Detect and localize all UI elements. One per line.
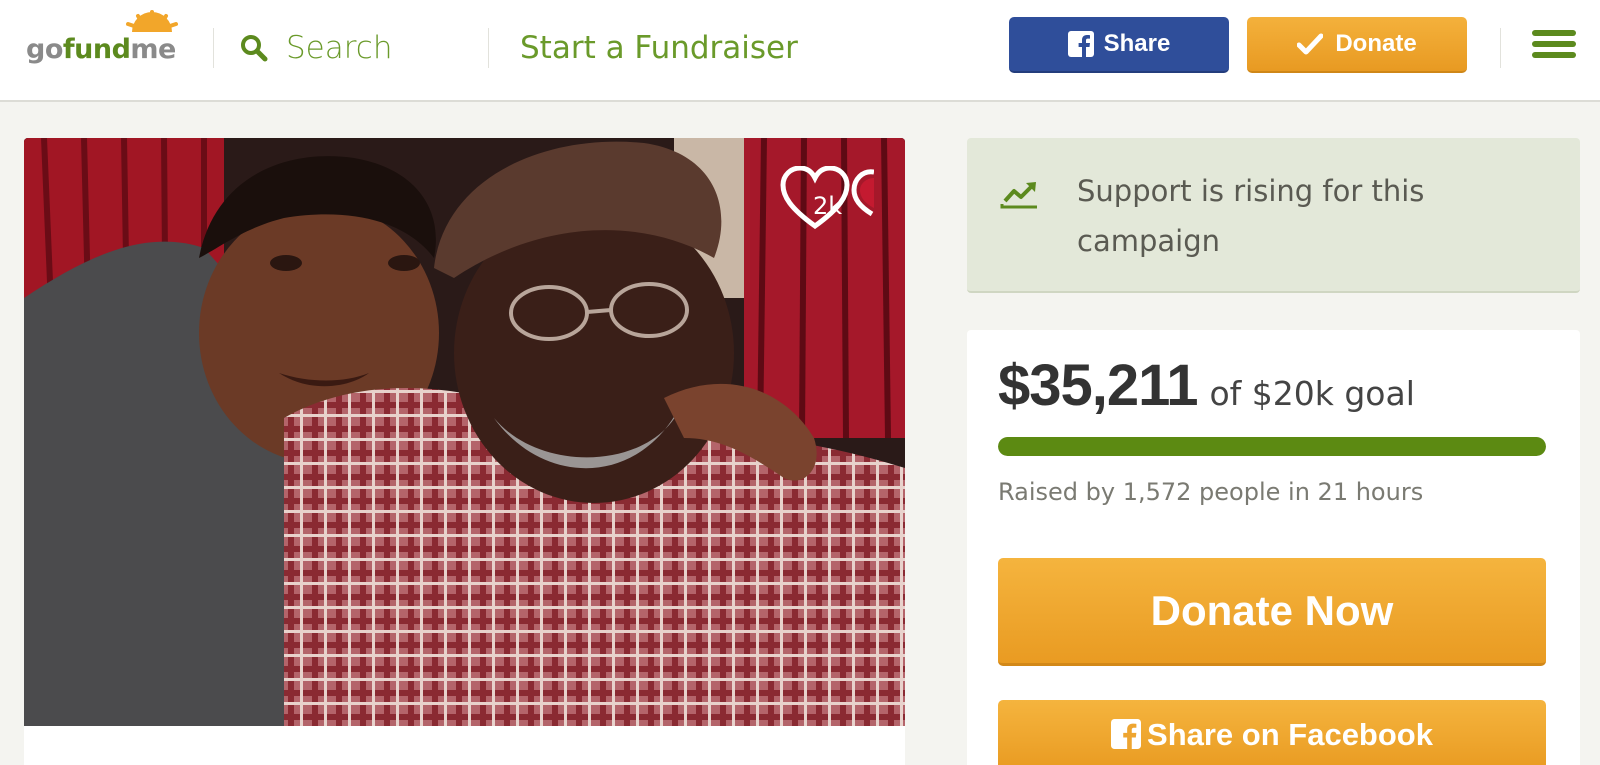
site-header: gofundme Search Start a Fundraiser Share… xyxy=(0,0,1600,102)
check-icon xyxy=(1297,33,1324,55)
support-rising-banner: Support is rising for this campaign xyxy=(967,138,1580,293)
support-rising-text: Support is rising for this campaign xyxy=(1077,174,1425,258)
amount-raised: $35,211 xyxy=(998,353,1198,418)
amount-row: $35,211 of $20k goal xyxy=(998,352,1415,419)
search-icon xyxy=(241,35,268,62)
header-divider xyxy=(1500,28,1501,68)
share-on-facebook-button[interactable]: Share on Facebook xyxy=(998,700,1546,765)
raised-by-text: Raised by 1,572 people in 21 hours xyxy=(998,478,1424,506)
goal-text: of $20k goal xyxy=(1209,374,1415,413)
logo-fund: fund xyxy=(62,34,131,65)
header-divider xyxy=(488,28,489,68)
logo-wordmark: gofundme xyxy=(26,34,176,65)
share-on-facebook-label: Share on Facebook xyxy=(1147,717,1433,752)
campaign-photo-illustration xyxy=(24,138,905,726)
donate-button[interactable]: Donate xyxy=(1247,17,1467,73)
share-button-label: Share xyxy=(1103,30,1171,57)
logo-go: go xyxy=(26,34,63,65)
heart-count: 2k xyxy=(813,192,843,220)
search-label: Search xyxy=(286,30,393,66)
facebook-icon xyxy=(1067,31,1094,57)
donation-card: $35,211 of $20k goal Raised by 1,572 peo… xyxy=(967,330,1580,765)
photo-caption-area xyxy=(24,726,905,765)
progress-bar-fill xyxy=(998,437,1546,456)
start-fundraiser-link[interactable]: Start a Fundraiser xyxy=(520,26,798,70)
trending-up-icon xyxy=(1000,182,1037,209)
donate-now-button[interactable]: Donate Now xyxy=(998,558,1546,666)
logo-me: me xyxy=(130,34,176,65)
header-divider xyxy=(213,28,214,68)
campaign-photo xyxy=(24,138,905,726)
gofundme-logo[interactable]: gofundme xyxy=(24,10,184,70)
share-button[interactable]: Share xyxy=(1009,17,1229,73)
facebook-icon xyxy=(1111,719,1142,749)
sun-logo-icon xyxy=(126,10,178,32)
donate-button-label: Donate xyxy=(1335,30,1417,57)
heart-partial-icon xyxy=(851,169,874,217)
progress-bar xyxy=(998,437,1546,456)
search-button[interactable]: Search xyxy=(240,26,393,70)
hamburger-menu-icon[interactable] xyxy=(1532,30,1576,62)
